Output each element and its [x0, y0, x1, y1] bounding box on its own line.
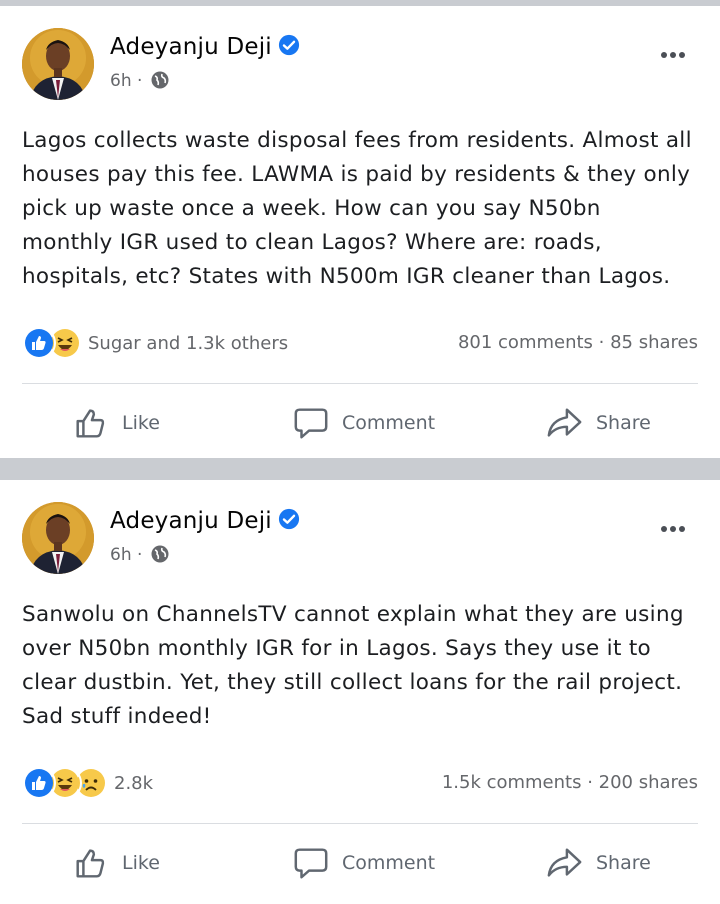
action-bar: Like Comment Share	[0, 838, 720, 888]
comment-icon	[294, 408, 328, 439]
comment-icon	[294, 848, 328, 879]
post-meta: 6h ·	[110, 544, 170, 565]
share-icon	[547, 408, 582, 437]
post-stats: 2.8k 1.5k comments · 200 shares	[22, 766, 698, 800]
post-time[interactable]: 6h	[110, 545, 132, 565]
globe-icon	[151, 71, 169, 89]
more-options-icon[interactable]	[659, 516, 686, 537]
reaction-summary[interactable]: Sugar and 1.3k others	[22, 326, 288, 360]
more-options-icon[interactable]	[659, 42, 686, 63]
post-meta: 6h ·	[110, 70, 170, 91]
comment-label: Comment	[342, 412, 436, 434]
comments-shares-count[interactable]: 801 comments · 85 shares	[458, 332, 698, 353]
author-name-text[interactable]: Adeyanju Deji	[110, 508, 272, 534]
comment-button[interactable]: Comment	[292, 838, 435, 888]
avatar[interactable]	[22, 502, 94, 574]
separator	[22, 823, 698, 824]
verified-badge-icon	[278, 508, 299, 530]
comment-button[interactable]: Comment	[292, 398, 435, 448]
thumbs-up-icon	[76, 409, 105, 438]
avatar[interactable]	[22, 28, 94, 100]
post-text: Lagos collects waste disposal fees from …	[22, 128, 692, 289]
post-card: Adeyanju Deji 6h · Sanwolu on ChannelsTV…	[0, 480, 720, 904]
separator	[22, 383, 698, 384]
verified-badge-icon	[278, 34, 299, 56]
like-button[interactable]: Like	[72, 838, 160, 888]
post-header: Adeyanju Deji 6h ·	[22, 28, 700, 108]
reactions-count[interactable]: Sugar and 1.3k others	[88, 333, 288, 354]
author-name[interactable]: Adeyanju Deji	[110, 508, 300, 534]
post-card: Adeyanju Deji 6h · Lagos collects waste …	[0, 6, 720, 458]
action-bar: Like Comment Share	[0, 398, 720, 448]
share-label: Share	[596, 412, 651, 434]
share-icon	[547, 848, 582, 877]
like-label: Like	[122, 852, 160, 874]
share-button[interactable]: Share	[546, 838, 651, 888]
reactions-count[interactable]: 2.8k	[114, 773, 153, 794]
share-button[interactable]: Share	[546, 398, 651, 448]
comments-shares-count[interactable]: 1.5k comments · 200 shares	[442, 772, 698, 793]
author-name-text[interactable]: Adeyanju Deji	[110, 34, 272, 60]
post-text: Sanwolu on ChannelsTV cannot explain wha…	[22, 602, 684, 729]
comment-label: Comment	[342, 852, 436, 874]
like-icon	[22, 326, 56, 360]
globe-icon	[151, 545, 169, 563]
post-divider	[0, 458, 720, 480]
like-label: Like	[122, 412, 160, 434]
thumbs-up-icon	[76, 849, 105, 878]
like-icon	[22, 766, 56, 800]
post-stats: Sugar and 1.3k others 801 comments · 85 …	[22, 326, 698, 360]
post-header: Adeyanju Deji 6h ·	[22, 502, 700, 582]
post-time[interactable]: 6h	[110, 71, 132, 91]
author-name[interactable]: Adeyanju Deji	[110, 34, 300, 60]
reaction-summary[interactable]: 2.8k	[22, 766, 153, 800]
like-button[interactable]: Like	[72, 398, 160, 448]
share-label: Share	[596, 852, 651, 874]
